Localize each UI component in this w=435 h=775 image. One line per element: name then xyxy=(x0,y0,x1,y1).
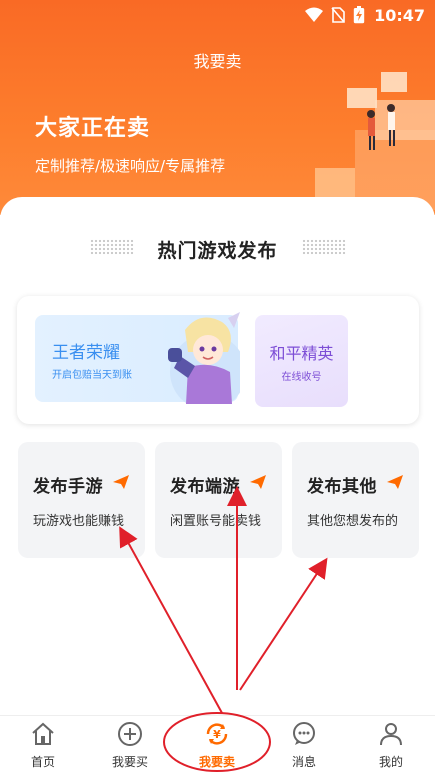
home-icon xyxy=(32,722,54,745)
hero-title: 大家正在卖 xyxy=(35,116,151,141)
send-arrow-icon xyxy=(250,475,266,489)
nav-item-buy[interactable]: 我要买 xyxy=(95,721,165,770)
nav-label: 首页 xyxy=(30,755,55,769)
nav-item-mine[interactable]: 我的 xyxy=(356,721,426,770)
nav-label: 我要买 xyxy=(111,755,148,769)
send-arrow-icon xyxy=(113,475,129,489)
nav-item-sell[interactable]: ¥ 我要卖 xyxy=(182,721,252,770)
no-sim-icon xyxy=(331,7,345,23)
publish-card-subtitle: 闲置账号能卖钱 xyxy=(170,514,262,529)
publish-card-title: 发布其他 xyxy=(307,477,377,497)
wifi-icon xyxy=(305,7,323,22)
hero-illustration xyxy=(315,72,435,210)
nav-label: 我的 xyxy=(378,755,403,769)
bottom-nav: 首页 我要买 ¥ 我要卖 消息 我的 xyxy=(0,715,435,775)
send-arrow-icon xyxy=(387,475,403,489)
publish-card-title: 发布手游 xyxy=(33,477,103,497)
hero-subtitle: 定制推荐/极速响应/专属推荐 xyxy=(35,157,226,175)
nav-item-home[interactable]: 首页 xyxy=(8,721,78,770)
publish-mobile-game-card[interactable] xyxy=(18,442,145,558)
game-card-subtitle: 在线收号 xyxy=(281,372,322,383)
nav-label: 消息 xyxy=(291,755,316,769)
header: 10:47 我要卖 大家正在卖 定制推荐/极速响应/专属推荐 xyxy=(0,0,435,215)
svg-text:¥: ¥ xyxy=(213,728,221,741)
battery-charging-icon xyxy=(353,6,365,24)
game-card-title: 和平精英 xyxy=(269,344,334,363)
plus-circle-icon xyxy=(118,722,142,746)
publish-other-card[interactable] xyxy=(292,442,419,558)
chat-bubble-icon xyxy=(293,722,315,745)
status-time: 10:47 xyxy=(374,6,425,25)
game-card-title: 王者荣耀 xyxy=(52,343,120,363)
publish-card-title: 发布端游 xyxy=(170,477,240,497)
yen-cycle-icon: ¥ xyxy=(206,723,228,745)
status-bar: 10:47 xyxy=(0,0,435,30)
publish-card-subtitle: 其他您想发布的 xyxy=(307,514,399,529)
person-icon xyxy=(380,723,402,746)
section-title: 热门游戏发布 xyxy=(157,240,278,262)
nav-item-messages[interactable]: 消息 xyxy=(269,721,339,770)
publish-card-subtitle: 玩游戏也能赚钱 xyxy=(33,514,125,529)
nav-label: 我要卖 xyxy=(198,755,235,769)
publish-pc-game-card[interactable] xyxy=(155,442,282,558)
game-character-image xyxy=(168,312,240,404)
game-card-subtitle: 开启包赔当天到账 xyxy=(52,370,132,381)
status-icons xyxy=(305,6,365,24)
page-title: 我要卖 xyxy=(193,52,242,71)
section-dots-right xyxy=(302,239,346,255)
